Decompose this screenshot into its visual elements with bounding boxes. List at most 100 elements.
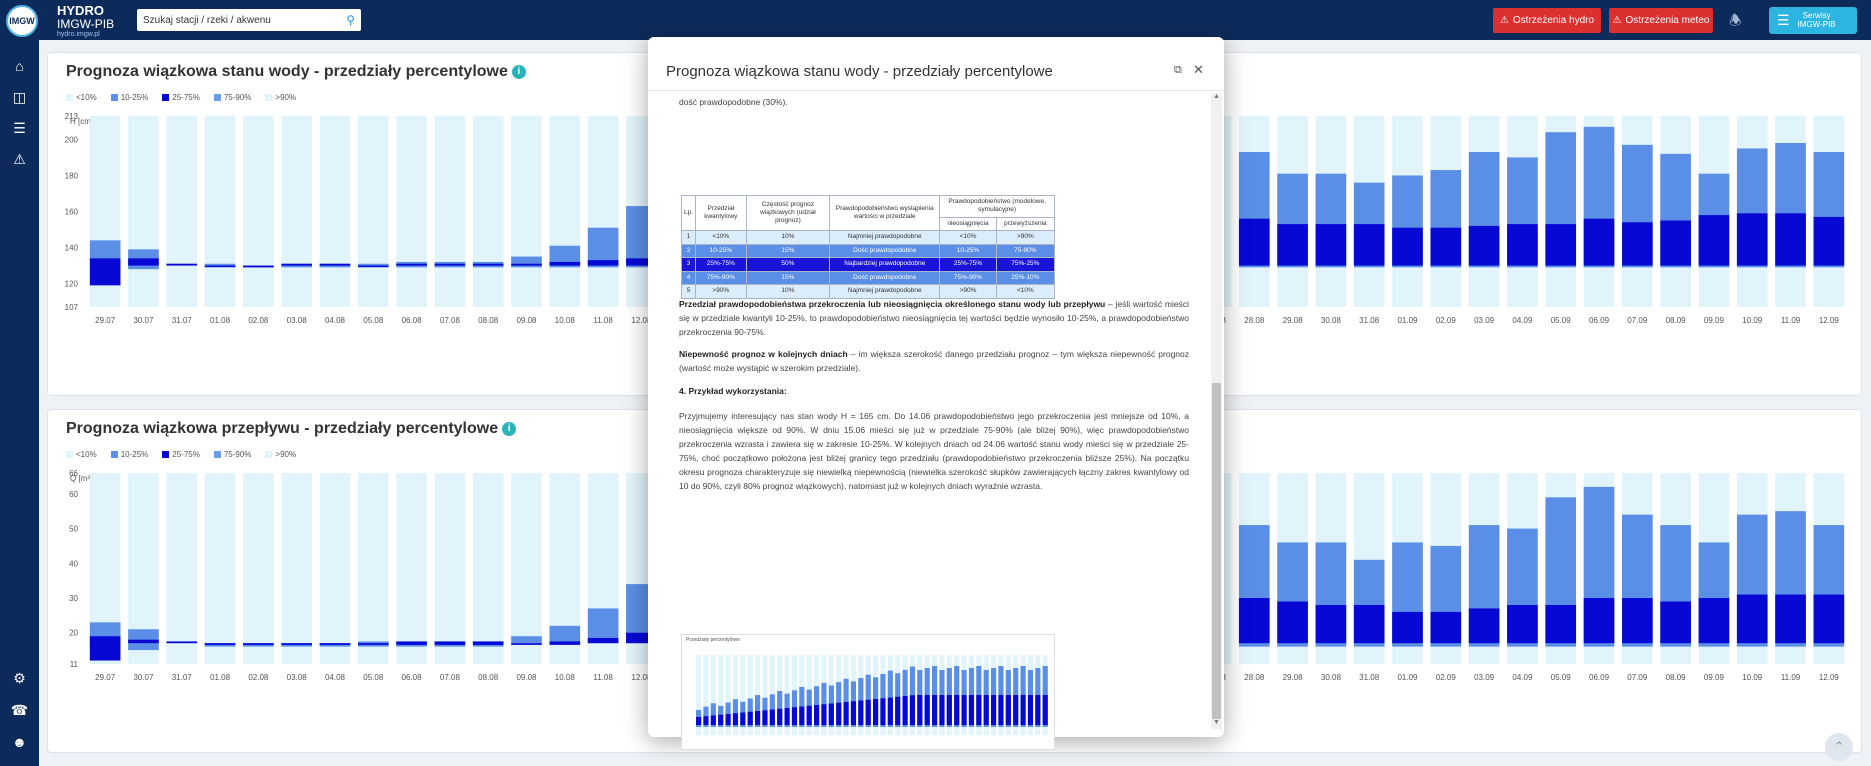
- expand-icon[interactable]: ⧉: [1174, 64, 1182, 77]
- hamburger-icon: ☰: [1777, 12, 1790, 28]
- modal-paragraph: Przyjmujemy interesujący nas stan wody H…: [679, 411, 1189, 492]
- mini-bar-25-75: [1042, 695, 1048, 725]
- x-tick-label: 06.08: [402, 673, 423, 682]
- bar-25-75: [1277, 601, 1308, 644]
- list-icon[interactable]: ☰: [0, 120, 39, 137]
- scroll-down-icon[interactable]: ▼: [1213, 719, 1220, 726]
- table-cell: 25%-10%: [995, 270, 1056, 286]
- bar-25-75: [243, 643, 274, 645]
- x-tick-label: 03.09: [1474, 316, 1495, 325]
- bar-background: [587, 116, 619, 307]
- x-tick-label: 09.09: [1704, 673, 1725, 682]
- mini-bar-25-75: [1035, 695, 1041, 725]
- x-tick-label: 30.08: [1321, 316, 1342, 325]
- search-input[interactable]: [137, 9, 327, 31]
- bar-background: [319, 473, 351, 664]
- serwisy-button[interactable]: ☰ Serwisy IMGW-PIB: [1769, 7, 1857, 34]
- mini-bar-25-75: [858, 700, 864, 725]
- x-tick-label: 09.08: [516, 673, 537, 682]
- table-cell: 10-25%: [939, 243, 997, 259]
- table-cell: 25%-75%: [695, 257, 747, 272]
- table-header: Prawdopodobieństwo (modelowe, symulacyjn…: [939, 195, 1055, 218]
- bar-25-75: [587, 260, 619, 266]
- bar-25-75: [511, 643, 542, 645]
- modal-scrollbar[interactable]: ▲ ▼: [1211, 93, 1222, 729]
- scroll-up-icon[interactable]: ▲: [1213, 93, 1220, 100]
- bar-25-75: [396, 263, 427, 266]
- table-cell: <10%: [939, 230, 997, 245]
- imgw-logo[interactable]: IMGW: [6, 5, 38, 37]
- x-tick-label: 12.09: [1819, 673, 1840, 682]
- table-subheader: przewyższenia: [995, 216, 1056, 232]
- x-tick-label: 02.08: [248, 316, 269, 325]
- table-cell: 2: [680, 243, 697, 259]
- bar-background: [281, 116, 312, 307]
- search-icon[interactable]: ⚲: [346, 13, 355, 27]
- x-tick-label: 06.08: [402, 316, 423, 325]
- x-tick-label: 01.08: [210, 673, 231, 682]
- mini-bar-25-75: [732, 713, 739, 725]
- bar-25-75: [1315, 604, 1347, 644]
- map-icon[interactable]: ◫: [0, 89, 39, 106]
- y-tick-label: 140: [65, 244, 79, 253]
- modal-body[interactable]: dość prawdopodobne (30%). Lp. Przedział …: [648, 91, 1212, 766]
- mini-bar-25-75: [968, 695, 975, 725]
- close-icon[interactable]: ✕: [1193, 62, 1204, 78]
- x-tick-label: 05.09: [1551, 673, 1572, 682]
- bell-icon[interactable]: 🕭: [1729, 10, 1742, 34]
- x-tick-label: 09.09: [1704, 316, 1725, 325]
- home-icon[interactable]: ⌂: [0, 58, 39, 74]
- mini-bar-25-75: [821, 704, 827, 725]
- warnings-hydro-button[interactable]: ⚠ Ostrzeżenia hydro: [1493, 8, 1601, 33]
- bar-25-75: [434, 263, 466, 266]
- warning-icon: ⚠: [1612, 15, 1622, 26]
- mini-bar-25-75: [1020, 695, 1026, 725]
- settings-icon[interactable]: ⚙: [0, 670, 39, 687]
- y-tick-label: 20: [69, 629, 78, 638]
- bar-25-75: [319, 263, 351, 266]
- x-tick-label: 29.08: [1283, 673, 1304, 682]
- x-tick-label: 01.09: [1397, 316, 1418, 325]
- bar-25-75: [1430, 611, 1462, 644]
- table-cell: >90%: [695, 284, 747, 299]
- bar-background: [204, 473, 236, 664]
- x-tick-label: 30.07: [133, 316, 154, 325]
- scroll-thumb[interactable]: [1212, 383, 1221, 719]
- table-cell: 15%: [745, 270, 831, 286]
- table-cell: >90%: [995, 230, 1056, 245]
- mini-bar-25-75: [1027, 695, 1034, 725]
- x-tick-label: 11.09: [1781, 673, 1801, 682]
- bar-background: [166, 473, 198, 664]
- bar-25-75: [1468, 225, 1500, 266]
- x-tick-label: 31.08: [1359, 673, 1380, 682]
- table-header: Prawdopodobieństwo wystąpienia wartości …: [829, 194, 941, 232]
- mini-bar-25-75: [762, 710, 768, 725]
- scroll-to-top-button[interactable]: ⌃: [1825, 733, 1853, 761]
- bar-25-75: [511, 263, 542, 266]
- bar-background: [434, 473, 466, 664]
- bar-25-75: [1315, 224, 1347, 266]
- warning-icon[interactable]: ⚠: [0, 151, 39, 168]
- x-tick-label: 05.09: [1551, 316, 1572, 325]
- brand-line-3: hydro.imgw.pl: [57, 31, 100, 38]
- y-tick-label: 11: [70, 660, 79, 669]
- table-cell: 5: [680, 284, 697, 299]
- bar-25-75: [89, 636, 121, 661]
- x-tick-label: 06.09: [1589, 316, 1610, 325]
- user-icon[interactable]: ☻: [0, 734, 39, 750]
- brand[interactable]: HYDRO IMGW-PIB hydro.imgw.pl: [57, 4, 114, 38]
- mini-bar-25-75: [924, 695, 930, 725]
- modal-text: dość prawdopodobne (30%).: [679, 97, 788, 107]
- x-tick-label: 29.07: [95, 673, 116, 682]
- bar-25-75: [357, 265, 389, 268]
- warnings-meteo-button[interactable]: ⚠ Ostrzeżenia meteo: [1609, 8, 1713, 33]
- y-tick-label: 160: [65, 208, 79, 217]
- bar-25-75: [166, 263, 198, 266]
- paragraph-bold: Przedział prawdopodobieństwa przekroczen…: [679, 299, 1106, 309]
- bar-background: [128, 116, 159, 307]
- mini-bar-25-75: [998, 695, 1004, 725]
- bar-10-25: [511, 636, 542, 644]
- table-row: 2 10-25% 15% Dość prawdopodobne 10-25% 75-90%: [680, 243, 1056, 259]
- phone-icon[interactable]: ☎: [0, 702, 39, 719]
- x-tick-label: 11.09: [1781, 316, 1801, 325]
